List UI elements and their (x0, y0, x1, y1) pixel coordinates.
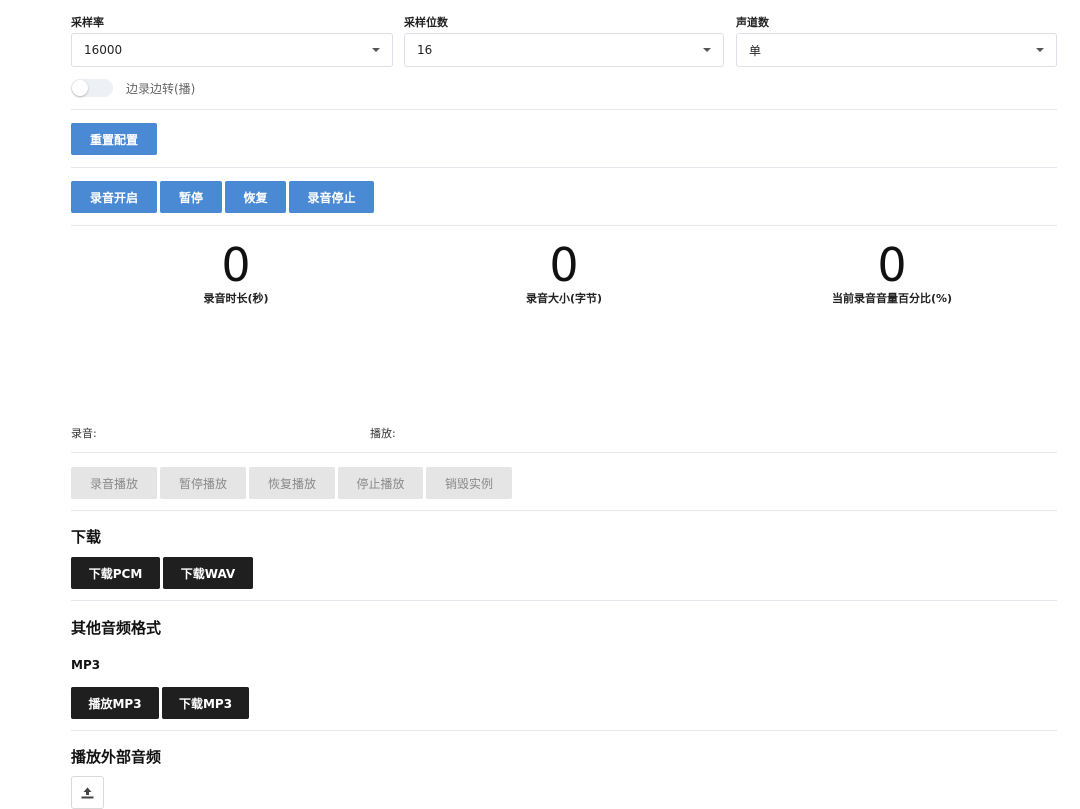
divider (71, 452, 1057, 453)
chevron-down-icon (1036, 48, 1044, 52)
record-player-label: 录音: (71, 427, 97, 440)
volume-value: 0 (877, 238, 907, 292)
volume-stat: 0 当前录音音量百分比(%) (762, 240, 1022, 306)
realtime-toggle-label: 边录边转(播) (126, 81, 196, 96)
size-stat: 0 录音大小(字节) (434, 240, 694, 306)
chevron-down-icon (703, 48, 711, 52)
play-mp3-button[interactable]: 播放MP3 (71, 687, 159, 719)
toggle-knob (72, 80, 88, 96)
chevron-down-icon (372, 48, 380, 52)
resume-playback-button[interactable]: 恢复播放 (249, 467, 335, 499)
channels-value: 单 (749, 43, 762, 58)
sample-rate-label: 采样率 (71, 16, 104, 29)
divider (71, 167, 1057, 168)
sample-rate-select[interactable]: 16000 (71, 33, 393, 67)
destroy-instance-button[interactable]: 销毁实例 (426, 467, 512, 499)
other-formats-heading: 其他音频格式 (71, 619, 162, 637)
divider (71, 510, 1057, 511)
size-label: 录音大小(字节) (525, 292, 603, 305)
divider (71, 600, 1057, 601)
realtime-toggle[interactable] (71, 79, 113, 97)
duration-label: 录音时长(秒) (203, 292, 269, 305)
download-pcm-button[interactable]: 下载PCM (71, 557, 160, 589)
play-player-label: 播放: (370, 427, 396, 440)
upload-icon (81, 787, 94, 798)
external-audio-heading: 播放外部音频 (71, 748, 162, 766)
divider (71, 109, 1057, 110)
download-heading: 下载 (71, 528, 102, 546)
download-wav-button[interactable]: 下载WAV (163, 557, 253, 589)
reset-config-button[interactable]: 重置配置 (71, 123, 157, 155)
divider (71, 730, 1057, 731)
pause-button[interactable]: 暂停 (160, 181, 222, 213)
pause-playback-button[interactable]: 暂停播放 (160, 467, 246, 499)
channels-select[interactable]: 单 (736, 33, 1057, 67)
duration-value: 0 (221, 238, 251, 292)
realtime-toggle-row: 边录边转(播) (71, 79, 195, 97)
download-mp3-button[interactable]: 下载MP3 (162, 687, 249, 719)
volume-label: 当前录音音量百分比(%) (831, 292, 953, 305)
resume-button[interactable]: 恢复 (225, 181, 286, 213)
bit-depth-value: 16 (417, 43, 433, 57)
divider (71, 225, 1057, 226)
size-value: 0 (549, 238, 579, 292)
stop-playback-button[interactable]: 停止播放 (338, 467, 423, 499)
mp3-title: MP3 (71, 658, 101, 672)
sample-rate-value: 16000 (84, 43, 123, 57)
channels-label: 声道数 (736, 16, 769, 29)
duration-stat: 0 录音时长(秒) (106, 240, 366, 306)
bit-depth-select[interactable]: 16 (404, 33, 724, 67)
upload-button[interactable] (71, 776, 104, 809)
record-start-button[interactable]: 录音开启 (71, 181, 157, 213)
bit-depth-label: 采样位数 (404, 16, 448, 29)
play-recording-button[interactable]: 录音播放 (71, 467, 157, 499)
record-stop-button[interactable]: 录音停止 (289, 181, 374, 213)
